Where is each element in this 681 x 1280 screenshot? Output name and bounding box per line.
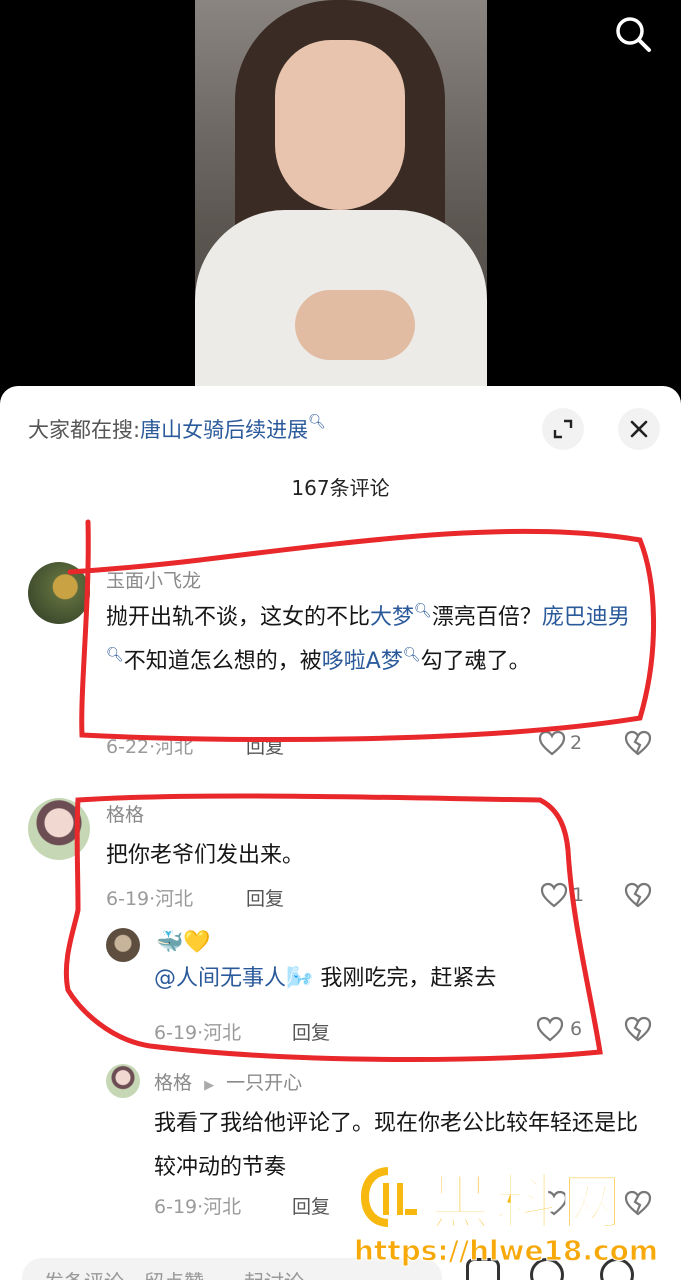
comment-sheet: 大家都在搜:唐山女骑后续进展🔍︎ 167条评论 玉面小飞龙 抛开出轨不谈，这女的… (0, 386, 681, 1280)
comment-location: 河北 (155, 888, 194, 910)
video-player[interactable] (0, 0, 681, 400)
comment-meta: 6-19·河北 (154, 1022, 242, 1044)
comment-date: 6-19 (154, 1196, 198, 1218)
comment-text-segment: 抛开出轨不谈，这女的不比 (106, 605, 371, 630)
comment-meta: 6-19·河北 (106, 888, 194, 910)
close-icon (630, 420, 648, 438)
reply-to-username[interactable]: 一只开心 (226, 1072, 302, 1094)
comment-text-segment: 漂亮百倍？ (431, 605, 542, 630)
heart-icon (536, 1016, 564, 1042)
like-button[interactable]: 1 (540, 882, 584, 908)
video-subject-hands (295, 290, 415, 360)
comment-username[interactable]: 格格 (106, 800, 144, 827)
comment-text-segment: 不知道怎么想的，被 (123, 649, 322, 674)
video-frame (195, 0, 487, 388)
dislike-button[interactable] (624, 1016, 652, 1046)
like-button[interactable]: 2 (538, 730, 582, 756)
like-count: 6 (570, 1018, 583, 1040)
close-button[interactable] (618, 408, 660, 450)
hot-search-prefix: 大家都在搜: (28, 418, 141, 442)
like-button[interactable]: 6 (536, 1016, 582, 1042)
dislike-button[interactable] (624, 730, 652, 760)
comment-username-text[interactable]: 格格 (154, 1072, 192, 1094)
avatar[interactable] (106, 928, 140, 962)
comment-text: 抛开出轨不谈，这女的不比大梦🔍︎漂亮百倍？庞巴迪男🔍︎不知道怎么想的，被哆啦A梦… (106, 596, 646, 684)
comment-text: @人间无事人🌬️ 我刚吃完，赶紧去 (154, 964, 624, 994)
comment-date: 6-19 (154, 1022, 198, 1044)
expand-button[interactable] (542, 408, 584, 450)
comment-meta: 6-22·河北 (106, 736, 194, 758)
watermark-title: 黑料网 (429, 1167, 628, 1239)
comment-location: 河北 (155, 736, 194, 758)
comment-text: 把你老爷们发出来。 (106, 843, 305, 868)
comment-text-segment: 勾了魂了。 (420, 649, 531, 674)
watermark: 黑料网 https://hlwe18.com (352, 1160, 672, 1270)
reply-button[interactable]: 回复 (246, 884, 284, 911)
reply-button[interactable]: 回复 (246, 732, 284, 759)
avatar[interactable] (28, 798, 90, 860)
avatar[interactable] (28, 562, 90, 624)
search-icon[interactable] (613, 14, 653, 54)
comment-meta: 6-19·河北 (154, 1196, 242, 1218)
mention-link[interactable]: @人间无事人🌬️ (154, 966, 313, 991)
avatar[interactable] (106, 1064, 140, 1098)
heart-icon (540, 882, 568, 908)
comment-link-term[interactable]: 大梦 (370, 605, 414, 630)
comment-date: 6-22 (106, 736, 150, 758)
comment-text-segment: 我刚吃完，赶紧去 (313, 966, 497, 991)
comment-link-term[interactable]: 庞巴迪男 (542, 605, 630, 630)
comment-username: 格格 ▶ 一只开心 (154, 1068, 302, 1095)
like-count: 2 (570, 732, 583, 754)
search-small-icon: 🔍︎ (414, 603, 432, 619)
heart-icon (538, 730, 566, 756)
search-small-icon: 🔍︎ (402, 647, 421, 663)
comment-username[interactable]: 🐳💛 (156, 930, 211, 955)
search-small-icon: 🔍︎ (106, 647, 124, 663)
expand-icon (553, 419, 573, 439)
reply-button[interactable]: 回复 (292, 1018, 330, 1045)
search-small-icon: 🔍︎ (308, 414, 326, 430)
reply-arrow-icon: ▶ (204, 1078, 215, 1093)
comment-date: 6-19 (106, 888, 150, 910)
hot-search-bar: 大家都在搜:唐山女骑后续进展🔍︎ (28, 414, 326, 444)
watermark-logo-icon (358, 1164, 419, 1230)
broken-heart-icon (624, 730, 652, 756)
comment-location: 河北 (203, 1196, 242, 1218)
comment-count: 167条评论 (291, 476, 390, 500)
watermark-url: https://hlwe18.com (353, 1234, 659, 1268)
like-count: 1 (572, 884, 585, 906)
hot-search-term[interactable]: 唐山女骑后续进展 (140, 418, 308, 442)
dislike-button[interactable] (624, 882, 652, 912)
video-subject-face (275, 40, 405, 210)
comment-username[interactable]: 玉面小飞龙 (106, 566, 201, 593)
broken-heart-icon (624, 1016, 652, 1042)
reply-button[interactable]: 回复 (292, 1192, 330, 1219)
broken-heart-icon (624, 882, 652, 908)
comment-link-term[interactable]: 哆啦A梦 (322, 649, 403, 674)
comment-location: 河北 (203, 1022, 242, 1044)
